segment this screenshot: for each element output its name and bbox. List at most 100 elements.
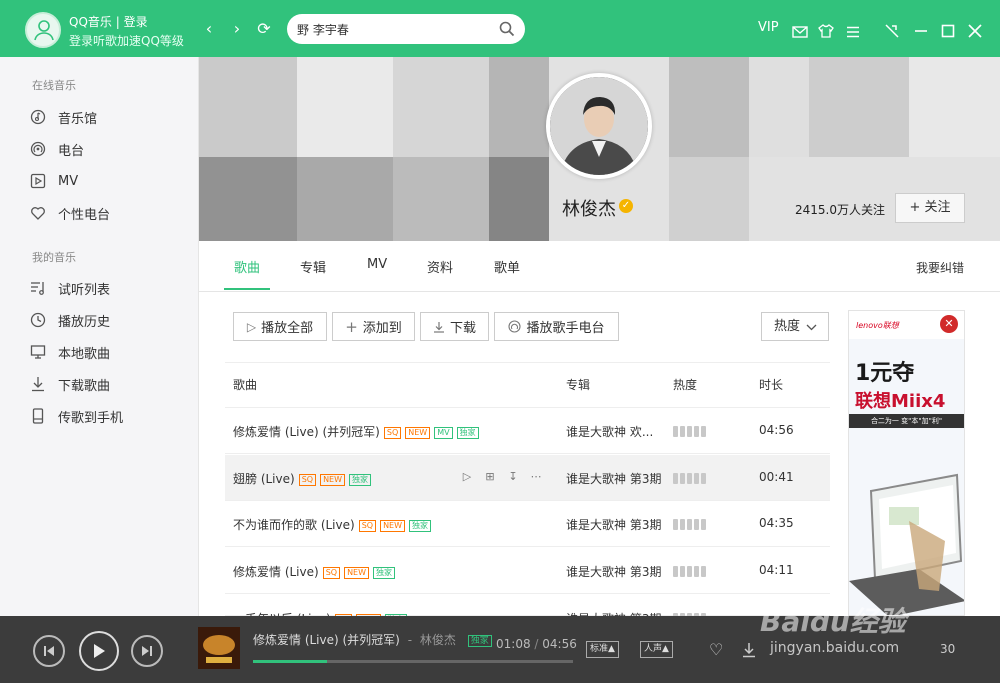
maximize-icon[interactable]	[941, 21, 955, 41]
minimize-icon[interactable]	[914, 21, 928, 41]
search-input[interactable]	[297, 20, 487, 38]
forward-arrow-icon[interactable]: ›	[229, 20, 245, 38]
like-heart-icon[interactable]: ♡	[709, 640, 723, 659]
sidebar-item-mv[interactable]: MV	[30, 170, 190, 192]
song-album[interactable]: 谁是大歌神 第3期	[566, 470, 666, 487]
add-icon[interactable]: ⊞	[482, 469, 498, 485]
song-album[interactable]: 谁是大歌神 第3期	[566, 563, 666, 580]
login-link[interactable]: QQ音乐 | 登录	[69, 13, 148, 30]
heat-bar	[687, 519, 692, 530]
close-icon[interactable]	[968, 21, 982, 41]
ad-banner[interactable]: lenovo联想 ✕ 1元夺 联想Miix4 合二为一 变"本"加"利"	[848, 310, 965, 616]
table-row[interactable]: 不为谁而作的歌 (Live) SQ NEW 独家 谁是大歌神 第3期 04:35	[225, 501, 830, 547]
sidebar-item-label: 电台	[58, 143, 85, 159]
sidebar-item-label: 音乐馆	[58, 111, 98, 127]
sidebar-item-personal-radio[interactable]: 个性电台	[30, 202, 190, 224]
progress-bar[interactable]	[253, 660, 573, 663]
download-icon[interactable]: ↧	[505, 469, 521, 485]
heat-bar	[673, 519, 678, 530]
table-row[interactable]: 翅膀 (Live) SQ NEW 独家 ▷ ⊞ ↧ ⋯ 谁是大歌神 第3期 00:41	[225, 455, 830, 501]
song-duration: 04:35	[759, 516, 794, 530]
play-button[interactable]	[79, 631, 119, 671]
song-title-text: 不为谁而作的歌 (Live)	[233, 518, 355, 532]
ad-close-icon[interactable]: ✕	[940, 315, 958, 333]
playback-time: 01:08 / 04:56	[496, 637, 577, 651]
vip-link[interactable]: VIP	[758, 18, 779, 38]
tab-albums[interactable]: 专辑	[300, 257, 326, 276]
column-song[interactable]: 歌曲	[233, 376, 257, 393]
quality-selector[interactable]: 标准▲	[586, 641, 619, 658]
follow-button[interactable]: + 关注	[895, 193, 965, 223]
song-title[interactable]: 翅膀 (Live) SQ NEW 独家	[233, 470, 372, 487]
back-arrow-icon[interactable]: ‹	[201, 20, 217, 38]
song-album[interactable]: 谁是大歌神 第3期	[566, 516, 666, 533]
table-row[interactable]: 修炼爱情 (Live) SQ NEW 独家 谁是大歌神 第3期 04:11	[225, 548, 830, 594]
sidebar-item-radio[interactable]: 电台	[30, 138, 190, 160]
heat-bar	[701, 519, 706, 530]
artist-avatar[interactable]	[546, 73, 652, 179]
mail-icon[interactable]	[792, 22, 808, 42]
report-error-link[interactable]: 我要纠错	[916, 259, 964, 276]
previous-track-button[interactable]	[33, 635, 65, 667]
song-album[interactable]: 谁是大歌神 欢...	[566, 423, 666, 440]
sidebar-item-history[interactable]: 播放历史	[30, 309, 190, 331]
song-tag: NEW	[344, 567, 370, 579]
skin-shirt-icon[interactable]	[818, 21, 834, 41]
song-title[interactable]: 修炼爱情 (Live) SQ NEW 独家	[233, 563, 396, 580]
sidebar-item-local[interactable]: 本地歌曲	[30, 341, 190, 363]
heat-bar	[694, 473, 699, 484]
heat-bar	[680, 519, 685, 530]
song-title[interactable]: 修炼爱情 (Live) (并列冠军) SQ NEW MV 独家	[233, 423, 479, 440]
sidebar-item-to-phone[interactable]: 传歌到手机	[30, 405, 190, 427]
album-cover[interactable]	[198, 627, 240, 669]
sidebar-item-label: 试听列表	[58, 282, 111, 298]
sidebar-item-play-queue[interactable]: 试听列表	[30, 277, 190, 299]
song-tag: NEW	[405, 427, 431, 439]
user-avatar[interactable]	[25, 12, 61, 48]
sort-label: 热度	[774, 319, 801, 334]
song-title[interactable]: 不为谁而作的歌 (Live) SQ NEW 独家	[233, 516, 432, 533]
sidebar-item-label: 本地歌曲	[58, 346, 111, 362]
song-duration: 00:41	[759, 470, 794, 484]
song-list-header: 歌曲 专辑 热度 时长	[225, 362, 830, 408]
song-tag: MV	[434, 427, 453, 439]
tab-playlists[interactable]: 歌单	[494, 257, 520, 276]
more-icon[interactable]: ⋯	[528, 469, 544, 485]
phone-icon	[32, 408, 44, 424]
tab-profile[interactable]: 资料	[427, 257, 453, 276]
refresh-icon[interactable]: ⟳	[256, 20, 272, 38]
table-row[interactable]: 一千年以后 (Live)SQNEW独家谁是大歌神 第3期	[225, 595, 830, 626]
heat-meter	[673, 426, 708, 437]
mini-mode-icon[interactable]	[884, 21, 900, 41]
download-icon	[32, 377, 44, 392]
follower-count: 2415.0万人关注	[795, 203, 885, 217]
song-duration: 04:11	[759, 563, 794, 577]
song-tag: SQ	[358, 520, 377, 532]
table-row[interactable]: 修炼爱情 (Live) (并列冠军) SQ NEW MV 独家 谁是大歌神 欢... 04:…	[225, 408, 830, 454]
playlist-count[interactable]: 30	[940, 642, 955, 656]
add-to-button[interactable]: + 添加到	[332, 312, 415, 341]
download-button[interactable]: 下载	[420, 312, 489, 341]
column-album[interactable]: 专辑	[566, 376, 590, 393]
column-heat[interactable]: 热度	[673, 376, 697, 393]
search-icon[interactable]	[499, 21, 515, 37]
artist-radio-button[interactable]: 播放歌手电台	[494, 312, 619, 341]
sidebar-item-music-hall[interactable]: 音乐馆	[30, 106, 190, 128]
sidebar-item-downloads[interactable]: 下载歌曲	[30, 373, 190, 395]
sort-dropdown[interactable]: 热度	[761, 312, 829, 341]
next-track-button[interactable]	[131, 635, 163, 667]
tab-mv[interactable]: MV	[367, 257, 387, 272]
heat-bar	[673, 566, 678, 577]
song-tag: NEW	[380, 520, 406, 532]
menu-icon[interactable]	[846, 22, 860, 42]
ad-brand: lenovo联想	[856, 321, 899, 330]
ad-headline: 1元夺	[855, 361, 915, 386]
column-duration[interactable]: 时长	[759, 376, 783, 393]
tab-songs[interactable]: 歌曲	[234, 257, 260, 276]
now-playing[interactable]: 修炼爱情 (Live) (并列冠军) - 林俊杰 独家	[253, 631, 492, 648]
play-all-button[interactable]: ▷ 播放全部	[233, 312, 327, 341]
download-icon[interactable]	[741, 642, 757, 658]
ad-product: 联想Miix4	[855, 391, 946, 412]
vocal-selector[interactable]: 人声▲	[640, 641, 673, 658]
play-icon[interactable]: ▷	[459, 469, 475, 485]
